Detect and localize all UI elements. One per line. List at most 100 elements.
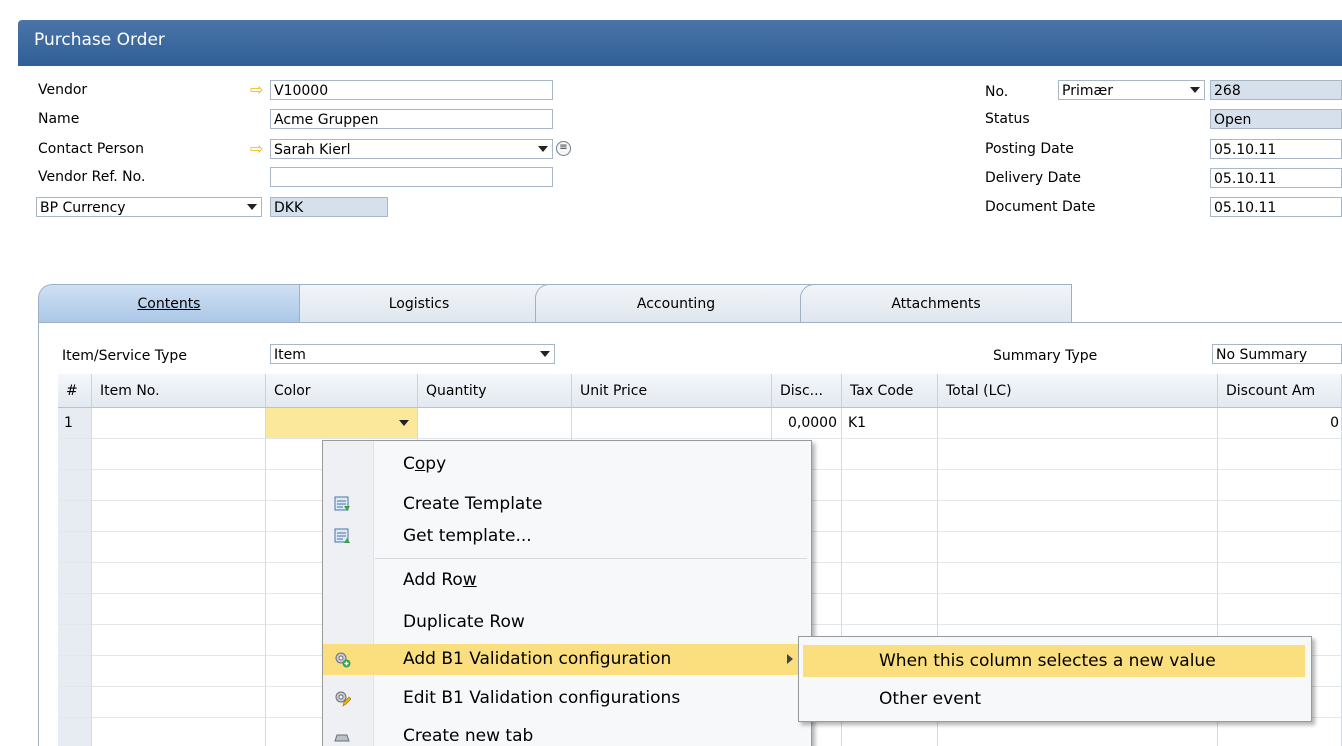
grid-cell[interactable] — [92, 532, 266, 563]
summary-type-field[interactable]: No Summary — [1212, 344, 1342, 364]
contact-person-field[interactable]: Sarah Kierl — [270, 139, 553, 159]
vendor-label: Vendor — [38, 82, 88, 98]
grid-cell[interactable] — [938, 439, 1218, 470]
menu-item-duplicate-row[interactable]: Duplicate Row — [323, 607, 809, 638]
vendor-ref-field[interactable] — [270, 167, 553, 187]
grid-cell[interactable] — [938, 718, 1218, 746]
col-header-color[interactable]: Color — [266, 374, 418, 408]
grid-cell[interactable] — [938, 532, 1218, 563]
grid-cell[interactable] — [842, 563, 938, 594]
grid-cell[interactable] — [92, 439, 266, 470]
row-number[interactable] — [58, 656, 92, 687]
grid-cell[interactable] — [938, 594, 1218, 625]
row-number[interactable] — [58, 439, 92, 470]
grid-cell[interactable] — [842, 594, 938, 625]
grid-cell[interactable] — [842, 470, 938, 501]
grid-cell[interactable] — [938, 563, 1218, 594]
vendor-field[interactable]: V10000 — [270, 80, 553, 100]
grid-cell[interactable] — [842, 439, 938, 470]
col-header-num[interactable]: # — [58, 374, 92, 408]
row-number[interactable] — [58, 501, 92, 532]
row-number[interactable] — [58, 718, 92, 746]
grid-cell[interactable] — [92, 625, 266, 656]
menu-item-add-b1-validation[interactable]: Add B1 Validation configuration — [323, 644, 809, 675]
menu-item-create-new-tab[interactable]: Create new tab — [323, 721, 809, 746]
menu-item-add-row[interactable]: Add Row — [323, 565, 809, 596]
grid-cell-quantity[interactable] — [418, 408, 572, 439]
submenu-item-column-selects-value[interactable]: When this column selectes a new value — [803, 645, 1305, 677]
grid-cell-total-lc[interactable] — [938, 408, 1218, 439]
row-number[interactable] — [58, 470, 92, 501]
grid-cell-tax-code[interactable]: K1 — [842, 408, 938, 439]
col-header-discount[interactable]: Disc... — [772, 374, 842, 408]
col-header-discount-amount[interactable]: Discount Am — [1218, 374, 1342, 408]
row-number[interactable] — [58, 563, 92, 594]
grid-cell[interactable] — [1218, 501, 1342, 532]
grid-cell[interactable] — [842, 501, 938, 532]
col-header-quantity[interactable]: Quantity — [418, 374, 572, 408]
grid-cell[interactable] — [92, 563, 266, 594]
document-date-field[interactable]: 05.10.11 — [1210, 197, 1342, 217]
chevron-down-icon[interactable] — [399, 420, 409, 426]
grid-cell[interactable] — [92, 656, 266, 687]
name-field[interactable]: Acme Gruppen — [270, 109, 553, 129]
link-arrow-icon[interactable]: ⇨ — [250, 139, 263, 159]
col-header-tax-code[interactable]: Tax Code — [842, 374, 938, 408]
chevron-down-icon[interactable] — [538, 146, 548, 152]
grid-cell[interactable] — [92, 501, 266, 532]
row-number[interactable] — [58, 687, 92, 718]
grid-cell-item-no[interactable] — [92, 408, 266, 439]
grid-cell[interactable] — [938, 470, 1218, 501]
col-header-total-lc[interactable]: Total (LC) — [938, 374, 1218, 408]
grid-cell[interactable] — [938, 501, 1218, 532]
name-label: Name — [38, 111, 80, 127]
row-number[interactable] — [58, 532, 92, 563]
grid-cell[interactable] — [1218, 470, 1342, 501]
item-type-value: Item — [274, 347, 306, 363]
delivery-date-label: Delivery Date — [985, 170, 1082, 186]
tab-logistics[interactable]: Logistics — [288, 284, 550, 322]
bp-currency-select[interactable]: BP Currency — [36, 197, 262, 217]
row-number[interactable] — [58, 625, 92, 656]
col-header-unit-price[interactable]: Unit Price — [572, 374, 772, 408]
grid-cell[interactable] — [1218, 439, 1342, 470]
grid-cell[interactable] — [842, 718, 938, 746]
grid-cell[interactable] — [92, 594, 266, 625]
menu-label: py — [425, 454, 447, 474]
menu-item-get-template[interactable]: Get template... — [323, 521, 809, 552]
chevron-down-icon[interactable] — [1190, 87, 1200, 93]
grid-cell[interactable] — [842, 532, 938, 563]
chevron-down-icon[interactable] — [247, 204, 257, 210]
row-number[interactable] — [58, 594, 92, 625]
grid-cell[interactable] — [92, 718, 266, 746]
grid-cell-color-selected[interactable] — [266, 408, 418, 439]
grid-cell[interactable] — [92, 687, 266, 718]
window-titlebar[interactable]: Purchase Order — [18, 20, 1342, 66]
tab-attachments[interactable]: Attachments — [800, 284, 1072, 322]
delivery-date-field[interactable]: 05.10.11 — [1210, 168, 1342, 188]
document-date-label: Document Date — [985, 199, 1096, 215]
posting-date-field[interactable]: 05.10.11 — [1210, 139, 1342, 159]
submenu-item-other-event[interactable]: Other event — [803, 683, 1305, 715]
tab-contents[interactable]: Contents — [38, 284, 300, 324]
grid-cell-discount-amount[interactable]: 0 — [1218, 408, 1342, 439]
menu-item-edit-b1-validation[interactable]: Edit B1 Validation configurations — [323, 683, 809, 714]
grid-cell[interactable] — [92, 470, 266, 501]
tab-accounting[interactable]: Accounting — [535, 284, 817, 322]
col-header-item-no[interactable]: Item No. — [92, 374, 266, 408]
grid-cell-discount[interactable]: 0,0000 — [772, 408, 842, 439]
grid-cell[interactable] — [1218, 718, 1342, 746]
grid-cell[interactable] — [1218, 532, 1342, 563]
grid-cell[interactable] — [1218, 563, 1342, 594]
menu-item-copy[interactable]: Copy — [323, 449, 809, 480]
grid-cell[interactable] — [1218, 594, 1342, 625]
series-select[interactable]: Primær — [1058, 80, 1205, 100]
list-icon[interactable]: ≡ — [556, 141, 571, 156]
row-number[interactable]: 1 — [58, 408, 92, 439]
item-type-select[interactable]: Item — [270, 344, 555, 364]
chevron-down-icon[interactable] — [540, 351, 550, 357]
menu-item-create-template[interactable]: Create Template — [323, 489, 809, 520]
menu-label: C — [403, 454, 415, 474]
grid-cell-unit-price[interactable] — [572, 408, 772, 439]
link-arrow-icon[interactable]: ⇨ — [250, 80, 263, 100]
